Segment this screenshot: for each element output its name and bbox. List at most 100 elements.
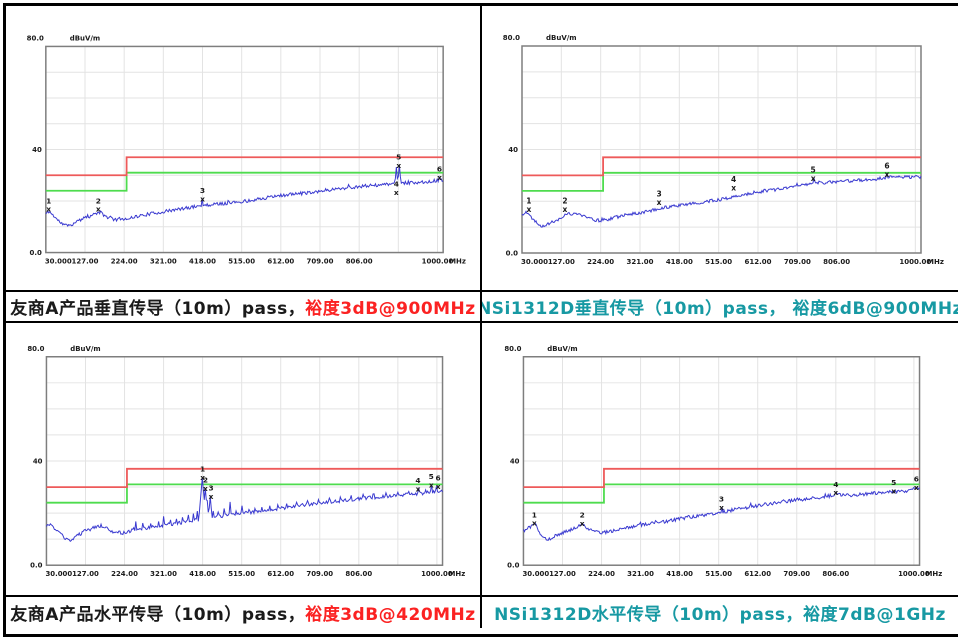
x-tick-label: 127.00 <box>548 258 575 266</box>
y-max-label: 80.0 <box>503 34 520 42</box>
marker-x: x <box>203 484 208 493</box>
y-min-label: 0.0 <box>507 562 519 570</box>
y-unit-label: dBuV/m <box>546 34 577 42</box>
x-tick-label: 127.00 <box>549 570 576 578</box>
marker-x: x <box>914 483 919 492</box>
emission-trace <box>46 165 443 226</box>
x-tick-label: 30.000 <box>522 570 549 578</box>
plot-grid <box>46 46 443 252</box>
caption-text: NSi1312D水平传导（10m）pass， <box>494 600 803 625</box>
x-tick-label: 515.00 <box>228 570 255 578</box>
x-tick-label: 418.00 <box>189 570 216 578</box>
x-tick-label: 321.00 <box>626 258 653 266</box>
marker-x: x <box>891 486 896 495</box>
y-unit-label: dBuV/m <box>547 345 577 353</box>
y-mid-label: 40 <box>508 146 518 154</box>
y-min-label: 0.0 <box>29 249 41 257</box>
emc-chart-friend-a-horizontal: 1x2x3x4x5x6x 80.0 dBuV/m 40 0.030.000127.00 2… <box>6 323 480 595</box>
y-mid-label: 40 <box>510 457 520 465</box>
x-tick-label: 612.00 <box>267 258 294 266</box>
marker-x: x <box>96 205 101 214</box>
x-tick-label: 30.000 <box>45 258 72 266</box>
x-tick-label: 418.00 <box>666 258 693 266</box>
marker-x: x <box>885 170 890 179</box>
x-unit-label: MHz <box>925 570 942 578</box>
x-tick-label: 418.00 <box>666 570 693 578</box>
x-tick-label: 224.00 <box>588 570 615 578</box>
y-unit-label: dBuV/m <box>70 34 100 42</box>
measurement-markers: 1x2x3x4x5x6x <box>532 475 919 528</box>
marker-x: x <box>526 205 531 214</box>
y-max-label: 80.0 <box>27 345 44 353</box>
measurement-markers: 1x2x3x4x5x6x <box>46 152 442 213</box>
caption-margin-text: 裕度6dB@900MHz <box>792 294 958 319</box>
marker-x: x <box>436 482 441 491</box>
chart-cell-nsi1312d-vertical: 1x2x3x4x5x6x80.0dBuV/m400.030.000127.002… <box>482 6 958 292</box>
x-tick-label: 709.00 <box>783 570 810 578</box>
measurement-markers: 1x2x3x4x5x6x <box>200 465 441 501</box>
x-tick-label: 321.00 <box>627 570 654 578</box>
x-tick-label: 224.00 <box>587 258 614 266</box>
x-tick-label: 709.00 <box>784 258 811 266</box>
plot-grid <box>523 357 919 565</box>
y-min-label: 0.0 <box>30 562 42 570</box>
x-tick-label: 224.00 <box>111 570 138 578</box>
plot-grid <box>522 46 921 253</box>
x-tick-label: 612.00 <box>744 570 771 578</box>
emc-chart-friend-a-vertical: 1x2x3x4x5x6x 80.0 dBuV/m 40 0.0 30.000127.00 2… <box>6 6 480 290</box>
marker-x: x <box>429 480 434 489</box>
emc-comparison-table: 1x2x3x4x5x6x80.0dBuV/m400.030.000127.002… <box>3 3 958 637</box>
chart-cell-nsi1312d-horizontal: 1x2x3x4x5x6x 80.0 dBuV/m 40 0.030.000127.00 2… <box>482 323 958 597</box>
marker-x: x <box>719 503 724 512</box>
x-tick-label: 321.00 <box>150 258 177 266</box>
marker-x: x <box>46 205 51 214</box>
x-unit-label: MHz <box>449 258 466 266</box>
caption-margin-text: 裕度3dB@420MHz <box>305 600 475 625</box>
marker-x: x <box>416 484 421 493</box>
marker-x: x <box>437 173 442 182</box>
x-tick-label: 612.00 <box>744 258 771 266</box>
marker-x: x <box>563 205 568 214</box>
caption-margin-text: 裕度7dB@1GHz <box>803 600 946 625</box>
caption-friend-a-horizontal: 友商A产品水平传导（10m）pass，裕度3dB@420MHz <box>6 597 482 628</box>
y-max-label: 80.0 <box>504 345 521 353</box>
x-tick-label: 127.00 <box>72 570 99 578</box>
chart-cell-friend-a-horizontal: 1x2x3x4x5x6x 80.0 dBuV/m 40 0.030.000127.00 2… <box>6 323 482 597</box>
marker-x: x <box>580 519 585 528</box>
x-tick-label: 515.00 <box>705 570 732 578</box>
x-unit-label: MHz <box>927 258 944 266</box>
y-min-label: 0.0 <box>506 250 519 258</box>
x-tick-label: 224.00 <box>111 258 138 266</box>
x-tick-label: 806.00 <box>345 570 372 578</box>
caption-margin-text: 裕度3dB@900MHz <box>305 294 475 319</box>
x-tick-label: 709.00 <box>306 570 333 578</box>
chart-cell-friend-a-vertical: 1x2x3x4x5x6x 80.0 dBuV/m 40 0.0 30.000127.00 2… <box>6 6 482 292</box>
x-tick-label: 515.00 <box>228 258 255 266</box>
x-tick-label: 515.00 <box>705 258 732 266</box>
plot-grid <box>46 357 442 565</box>
y-unit-label: dBuV/m <box>70 345 100 353</box>
marker-x: x <box>833 488 838 497</box>
y-mid-label: 40 <box>33 457 43 465</box>
emc-chart-nsi1312d-horizontal: 1x2x3x4x5x6x 80.0 dBuV/m 40 0.030.000127.00 2… <box>482 323 958 595</box>
marker-x: x <box>532 519 537 528</box>
x-tick-label: 806.00 <box>823 258 850 266</box>
x-tick-label: 806.00 <box>346 258 373 266</box>
caption-nsi1312d-horizontal: NSi1312D水平传导（10m）pass，裕度7dB@1GHz <box>482 597 958 628</box>
x-tick-label: 30.000 <box>45 570 72 578</box>
marker-x: x <box>394 188 399 197</box>
marker-x: x <box>396 161 401 170</box>
caption-text: NSi1312D垂直传导（10m）pass， <box>482 294 792 319</box>
marker-x: x <box>811 174 816 183</box>
y-mid-label: 40 <box>32 146 42 154</box>
y-max-label: 80.0 <box>27 34 44 42</box>
x-tick-label: 127.00 <box>72 258 99 266</box>
x-tick-label: 709.00 <box>307 258 334 266</box>
marker-x: x <box>731 184 736 193</box>
marker-x: x <box>209 492 214 501</box>
measurement-markers: 1x2x3x4x5x6x <box>526 162 889 214</box>
emc-chart-nsi1312d-vertical: 1x2x3x4x5x6x80.0dBuV/m400.030.000127.002… <box>482 6 958 290</box>
x-tick-label: 806.00 <box>822 570 849 578</box>
caption-friend-a-vertical: 友商A产品垂直传导（10m）pass，裕度3dB@900MHz <box>6 292 482 323</box>
x-tick-label: 418.00 <box>189 258 216 266</box>
